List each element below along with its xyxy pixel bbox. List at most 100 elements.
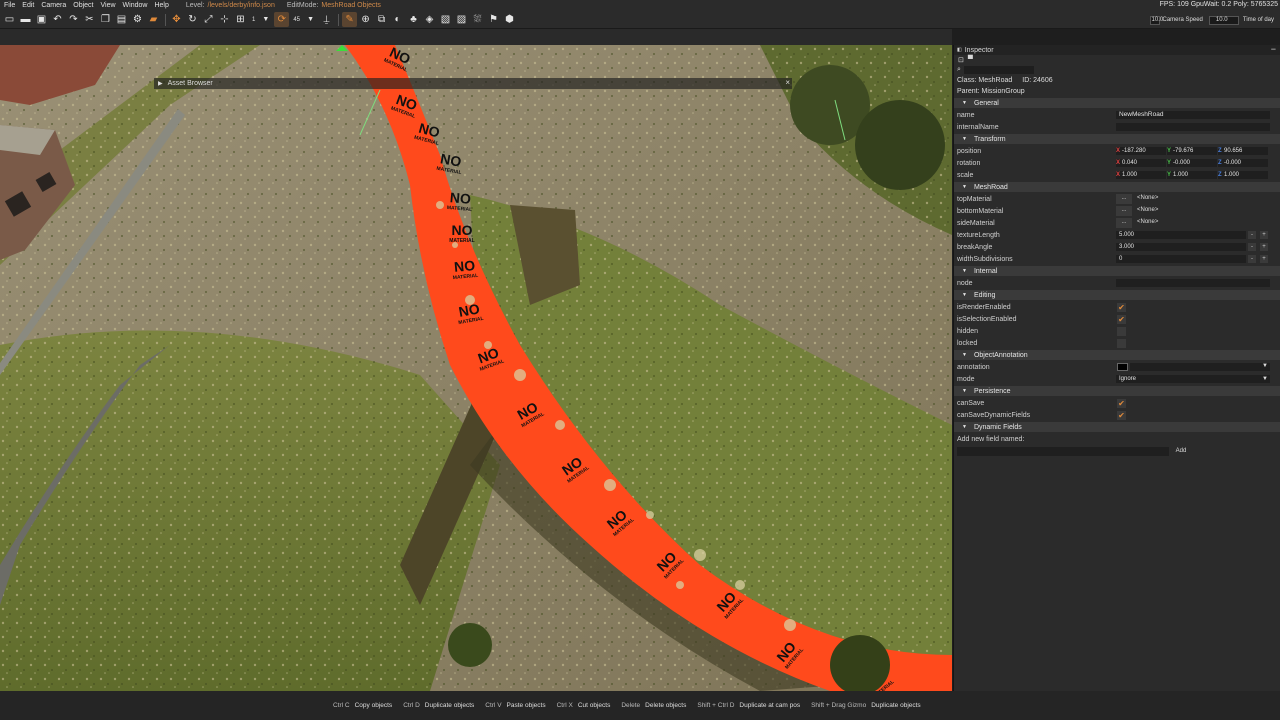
car-icon[interactable]: ▰ <box>146 12 161 27</box>
section-internal[interactable]: ▼ Internal <box>954 266 1280 276</box>
name-input[interactable]: NewMeshRoad <box>1116 111 1270 119</box>
copy-fields-icon[interactable]: ▀ <box>968 56 973 63</box>
new-file-icon[interactable]: ▭ <box>2 12 17 27</box>
world-space-icon[interactable]: ⊹ <box>217 12 232 27</box>
scene-viewport[interactable]: NO MATERIAL NO MATERIAL NO MATERIAL NO MATERIAL… <box>0 45 952 691</box>
position-z[interactable]: Z 90.656 <box>1218 147 1268 155</box>
menu-file[interactable]: File <box>4 2 15 9</box>
section-persistence[interactable]: ▼ Persistence <box>954 386 1280 396</box>
new-field-input[interactable] <box>957 447 1169 456</box>
scale-x[interactable]: X 1.000 <box>1116 171 1166 179</box>
forest-icon[interactable]: ♣ <box>406 12 421 27</box>
navmesh-icon[interactable]: ⚑ <box>486 12 501 27</box>
vehicle-icon[interactable]: ◈ <box>422 12 437 27</box>
decrement-button[interactable]: - <box>1248 231 1256 239</box>
browse-material-button[interactable]: ... <box>1116 218 1132 228</box>
mode-dropdown[interactable]: Ignore ▼ <box>1116 375 1270 383</box>
grid-snap-icon[interactable]: ⊞ <box>233 12 248 27</box>
scale-gizmo-icon[interactable]: ⤢ <box>201 12 216 27</box>
section-annotation[interactable]: ▼ ObjectAnnotation <box>954 350 1280 360</box>
copy-icon[interactable]: ❐ <box>98 12 113 27</box>
menu-object[interactable]: Object <box>73 2 93 9</box>
increment-button[interactable]: + <box>1260 255 1268 263</box>
menu-camera[interactable]: Camera <box>41 2 66 9</box>
locked-checkbox[interactable] <box>1117 339 1126 348</box>
rotate-gizmo-icon[interactable]: ↻ <box>185 12 200 27</box>
position-y[interactable]: Y -79.676 <box>1167 147 1217 155</box>
paste-icon[interactable]: ▤ <box>114 12 129 27</box>
section-transform[interactable]: ▼ Transform <box>954 134 1280 144</box>
increment-button[interactable]: + <box>1260 231 1268 239</box>
road-edit-icon[interactable]: ✎ <box>342 12 358 27</box>
section-meshroad[interactable]: ▼ MeshRoad <box>954 182 1280 192</box>
breakangle-input[interactable]: 3.000 <box>1116 243 1246 251</box>
annotation-dropdown[interactable]: ▼ <box>1130 363 1270 371</box>
open-folder-icon[interactable]: ▬ <box>18 12 33 27</box>
save-icon[interactable]: ▣ <box>34 12 49 27</box>
position-x[interactable]: X -187.280 <box>1116 147 1166 155</box>
level-path: /levels/derby/info.json <box>207 2 275 9</box>
cut-icon[interactable]: ✂ <box>82 12 97 27</box>
chevron-down-icon[interactable]: ▼ <box>303 12 318 27</box>
selection-enabled-checkbox[interactable]: ✔ <box>1117 315 1126 324</box>
increment-button[interactable]: + <box>1260 243 1268 251</box>
browse-material-button[interactable]: ... <box>1116 194 1132 204</box>
undo-icon[interactable]: ↶ <box>50 12 65 27</box>
close-icon[interactable]: × <box>785 78 790 87</box>
shortcut-key: Ctrl V <box>485 702 502 709</box>
hidden-checkbox[interactable] <box>1117 327 1126 336</box>
rotation-y[interactable]: Y -0.000 <box>1167 159 1217 167</box>
create-object-icon[interactable]: ⊕ <box>358 12 373 27</box>
node-input[interactable] <box>1116 279 1270 287</box>
internalname-input[interactable] <box>1116 123 1270 131</box>
close-icon[interactable]: − <box>1271 44 1276 54</box>
render-enabled-checkbox[interactable]: ✔ <box>1117 303 1126 312</box>
drop-to-ground-icon[interactable]: ⍊ <box>319 12 334 27</box>
rotation-x[interactable]: X 0.040 <box>1116 159 1166 167</box>
texturelength-input[interactable]: 5.000 <box>1116 231 1246 239</box>
grid-size-value[interactable]: 1 <box>252 17 255 23</box>
river-icon[interactable]: ⛆ <box>470 12 485 27</box>
terrain-icon[interactable]: ◐ <box>390 12 405 27</box>
field-label: name <box>957 111 975 119</box>
decal-road-icon[interactable]: ▧ <box>438 12 453 27</box>
lock-icon[interactable]: ⊡ <box>958 56 964 64</box>
shortcut-key: Ctrl X <box>556 702 573 709</box>
time-of-day-field[interactable]: 10.0 <box>1208 15 1239 25</box>
menu-help[interactable]: Help <box>154 2 168 9</box>
chevron-down-icon: ▼ <box>962 424 967 430</box>
menu-window[interactable]: Window <box>123 2 148 9</box>
field-label: breakAngle <box>957 243 993 251</box>
section-editing[interactable]: ▼ Editing <box>954 290 1280 300</box>
traffic-icon[interactable]: ⬢ <box>502 12 517 27</box>
rotation-snap-value[interactable]: 45 <box>293 17 300 23</box>
mesh-icon[interactable]: ⧉ <box>374 12 389 27</box>
field-topmaterial: topMaterial ... <None> <box>954 193 1280 205</box>
menu-view[interactable]: View <box>100 2 115 9</box>
chevron-down-icon[interactable]: ▼ <box>258 12 273 27</box>
camera-speed-field[interactable]: 10.0 <box>1149 15 1163 25</box>
add-field-button[interactable]: Add <box>1172 447 1190 456</box>
scale-y[interactable]: Y 1.000 <box>1167 171 1217 179</box>
cansavedynamic-checkbox[interactable]: ✔ <box>1117 411 1126 420</box>
rotation-z[interactable]: Z -0.000 <box>1218 159 1268 167</box>
decrement-button[interactable]: - <box>1248 243 1256 251</box>
search-input[interactable] <box>963 65 1034 74</box>
scene-render[interactable]: NOMATERIALNOMATERIALNOMATERIALNOMATERIAL… <box>0 45 952 691</box>
section-dynamic-fields[interactable]: ▼ Dynamic Fields <box>954 422 1280 432</box>
section-general[interactable]: ▼ General <box>954 98 1280 108</box>
rotation-snap-icon[interactable]: ⟳ <box>274 12 290 27</box>
cansave-checkbox[interactable]: ✔ <box>1117 399 1126 408</box>
menu-edit[interactable]: Edit <box>22 2 34 9</box>
asset-browser-bar[interactable]: ▶ Asset Browser × <box>154 78 792 89</box>
decrement-button[interactable]: - <box>1248 255 1256 263</box>
redo-icon[interactable]: ↷ <box>66 12 81 27</box>
annotation-color-swatch[interactable] <box>1117 363 1128 371</box>
expand-icon[interactable]: ▶ <box>158 80 163 87</box>
browse-material-button[interactable]: ... <box>1116 206 1132 216</box>
settings-gear-icon[interactable]: ⚙ <box>130 12 145 27</box>
widthsubdivisions-input[interactable]: 0 <box>1116 255 1246 263</box>
scale-z[interactable]: Z 1.000 <box>1218 171 1268 179</box>
move-gizmo-icon[interactable]: ✥ <box>169 12 184 27</box>
mesh-road-icon[interactable]: ▨ <box>454 12 469 27</box>
